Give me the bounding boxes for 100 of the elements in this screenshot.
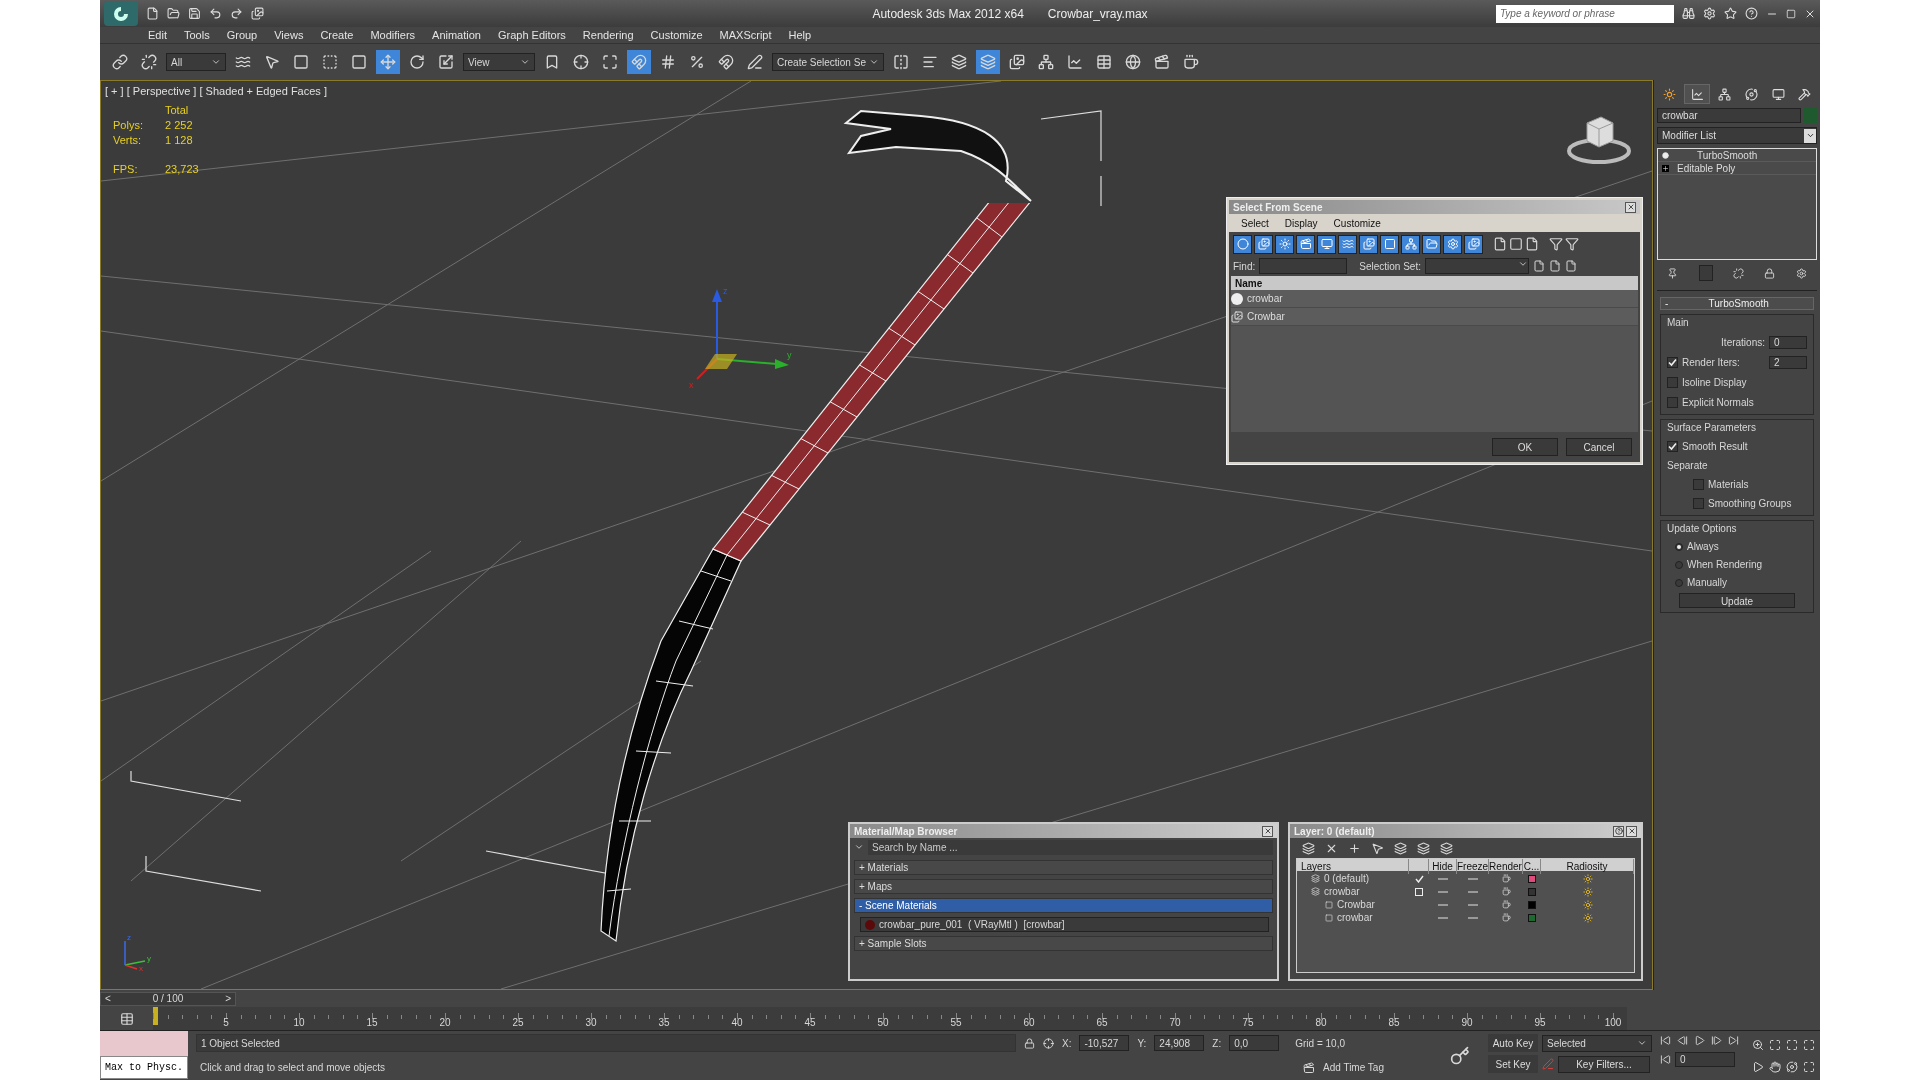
square-icon[interactable] <box>1509 237 1523 251</box>
filter-dropdown[interactable]: All <box>166 53 226 71</box>
unique-icon[interactable] <box>1732 267 1744 279</box>
menu-item[interactable]: Edit <box>148 26 167 44</box>
track-bar[interactable]: 5 10 15 20 25 30 35 40 45 50 55 60 65 70 75 80 85 90 95 100 <box>153 1007 1627 1030</box>
pan-icon[interactable] <box>1769 1060 1781 1073</box>
color-swatch[interactable] <box>1528 913 1536 922</box>
dropdown-arrow-button[interactable] <box>1804 128 1816 143</box>
document-icon[interactable] <box>1564 260 1577 272</box>
checkbox[interactable] <box>1667 357 1678 368</box>
maximize-viewport-icon[interactable] <box>1803 1060 1815 1073</box>
zoom-icon[interactable] <box>1752 1038 1764 1051</box>
browser-section-header[interactable]: + Materials <box>854 860 1273 875</box>
radiosity-lamp-icon[interactable] <box>1582 912 1593 923</box>
object-row[interactable]: Crowbar <box>1231 308 1638 326</box>
object-type-filter-button[interactable] <box>1380 234 1399 254</box>
zoom-extents-icon[interactable] <box>1786 1038 1798 1051</box>
object-row[interactable]: crowbar <box>1231 290 1638 308</box>
set-key-button[interactable]: Set Key <box>1488 1055 1538 1073</box>
column-header[interactable]: Render <box>1489 859 1523 874</box>
color-swatch[interactable] <box>1528 887 1536 896</box>
menu-item[interactable]: Graph Editors <box>497 26 566 44</box>
radio-button[interactable] <box>1675 578 1683 587</box>
key-mode-dropdown[interactable]: Selected <box>1542 1034 1652 1052</box>
move-icon[interactable] <box>376 50 400 74</box>
menu-item[interactable]: Tools <box>183 26 210 44</box>
go-to-end-icon[interactable] <box>1728 1035 1739 1046</box>
new-layer-icon[interactable] <box>1302 841 1315 855</box>
material-item[interactable]: crowbar_pure_001 ( VRayMtl ) [crowbar] <box>860 917 1269 932</box>
menu-item[interactable]: Display <box>1284 215 1318 231</box>
menu-item[interactable]: Group <box>226 26 258 44</box>
find-field[interactable] <box>1259 258 1348 274</box>
browser-section-header[interactable]: - Scene Materials <box>854 898 1273 913</box>
radio-button[interactable] <box>1675 560 1683 569</box>
column-header[interactable]: C... <box>1523 859 1541 874</box>
mini-listener-field[interactable] <box>100 1031 188 1056</box>
column-header[interactable]: Name <box>1231 276 1638 290</box>
absolute-mode-icon[interactable] <box>1043 1037 1054 1049</box>
layer-row[interactable]: crowbar <box>1297 884 1634 897</box>
coordinate-field[interactable]: -10,527 <box>1079 1035 1130 1052</box>
options-caret-icon[interactable] <box>854 842 864 852</box>
play-icon[interactable] <box>1694 1035 1705 1046</box>
render-iters-spinner[interactable]: 2 <box>1769 356 1807 369</box>
dialog-button[interactable]: OK <box>1492 438 1558 456</box>
menu-item[interactable]: Select <box>1241 215 1269 231</box>
orbit-icon[interactable] <box>1786 1060 1798 1073</box>
bulb-icon[interactable] <box>1662 151 1669 159</box>
help-button[interactable] <box>1613 825 1624 837</box>
add-icon[interactable] <box>1348 841 1361 855</box>
radiosity-lamp-icon[interactable] <box>1582 886 1593 897</box>
checkbox[interactable] <box>1693 498 1704 509</box>
configure-icon[interactable] <box>1795 267 1807 279</box>
iterations-spinner[interactable]: 0 <box>1769 336 1807 349</box>
document-icon[interactable] <box>1525 237 1539 251</box>
next-frame-icon[interactable] <box>1711 1035 1722 1046</box>
previous-frame-button[interactable]: < <box>105 991 111 1006</box>
viewport-label[interactable]: [ + ] [ Perspective ] [ Shaded + Edged Faces ] <box>105 83 327 100</box>
menu-item[interactable]: Animation <box>432 26 481 44</box>
object-type-filter-button[interactable] <box>1422 234 1441 254</box>
layer-row[interactable]: 0 (default) <box>1297 871 1634 884</box>
add-time-tag-label[interactable]: Add Time Tag <box>1323 1060 1384 1076</box>
object-type-filter-button[interactable] <box>1401 234 1420 254</box>
layers-icon[interactable] <box>1417 841 1430 855</box>
column-header[interactable]: Hide <box>1429 859 1457 874</box>
column-header[interactable]: Radiosity <box>1541 859 1634 874</box>
modifier-list-dropdown[interactable]: Modifier List <box>1657 127 1817 144</box>
current-frame-field[interactable]: 0 <box>1675 1052 1735 1067</box>
save-icon[interactable] <box>188 7 201 20</box>
checkbox[interactable] <box>1667 441 1678 452</box>
object-type-filter-button[interactable] <box>1317 234 1336 254</box>
project-icon[interactable] <box>251 7 264 20</box>
coordinate-field[interactable]: 24,908 <box>1154 1035 1205 1052</box>
checkbox[interactable] <box>1693 479 1704 490</box>
time-tag-icon[interactable] <box>1303 1061 1315 1074</box>
perspective-viewport[interactable] <box>100 80 1653 990</box>
menu-item[interactable]: Help <box>788 26 812 44</box>
document-icon[interactable] <box>1532 260 1545 272</box>
go-to-start-icon[interactable] <box>1660 1035 1671 1046</box>
object-type-filter-button[interactable] <box>1464 234 1483 254</box>
curve-editor-icon[interactable] <box>119 1011 134 1026</box>
current-layer-check-icon[interactable] <box>1414 874 1424 883</box>
star-icon[interactable] <box>1724 7 1737 20</box>
browser-section-header[interactable]: + Maps <box>854 879 1273 894</box>
object-type-filter-button[interactable] <box>1275 234 1294 254</box>
current-layer-box[interactable] <box>1415 887 1423 896</box>
modifier-stack-item[interactable]: Editable Poly <box>1658 162 1816 175</box>
object-name-field[interactable]: crowbar <box>1657 108 1801 123</box>
close-button[interactable] <box>1625 201 1636 213</box>
object-type-filter-button[interactable] <box>1254 234 1273 254</box>
time-scrubber[interactable]: < 0 / 100 > <box>100 991 236 1006</box>
object-type-filter-button[interactable] <box>1233 234 1252 254</box>
color-swatch[interactable] <box>1528 874 1536 883</box>
previous-frame-icon[interactable] <box>1677 1035 1688 1046</box>
menu-item[interactable]: Rendering <box>582 26 634 44</box>
next-frame-button[interactable]: > <box>225 991 231 1006</box>
object-type-filter-button[interactable] <box>1443 234 1462 254</box>
help-icon[interactable] <box>1745 7 1758 20</box>
selection-set-dropdown[interactable]: Create Selection Se <box>772 53 884 71</box>
current-frame-marker[interactable] <box>153 1007 158 1025</box>
column-header[interactable]: Freeze <box>1457 859 1489 874</box>
